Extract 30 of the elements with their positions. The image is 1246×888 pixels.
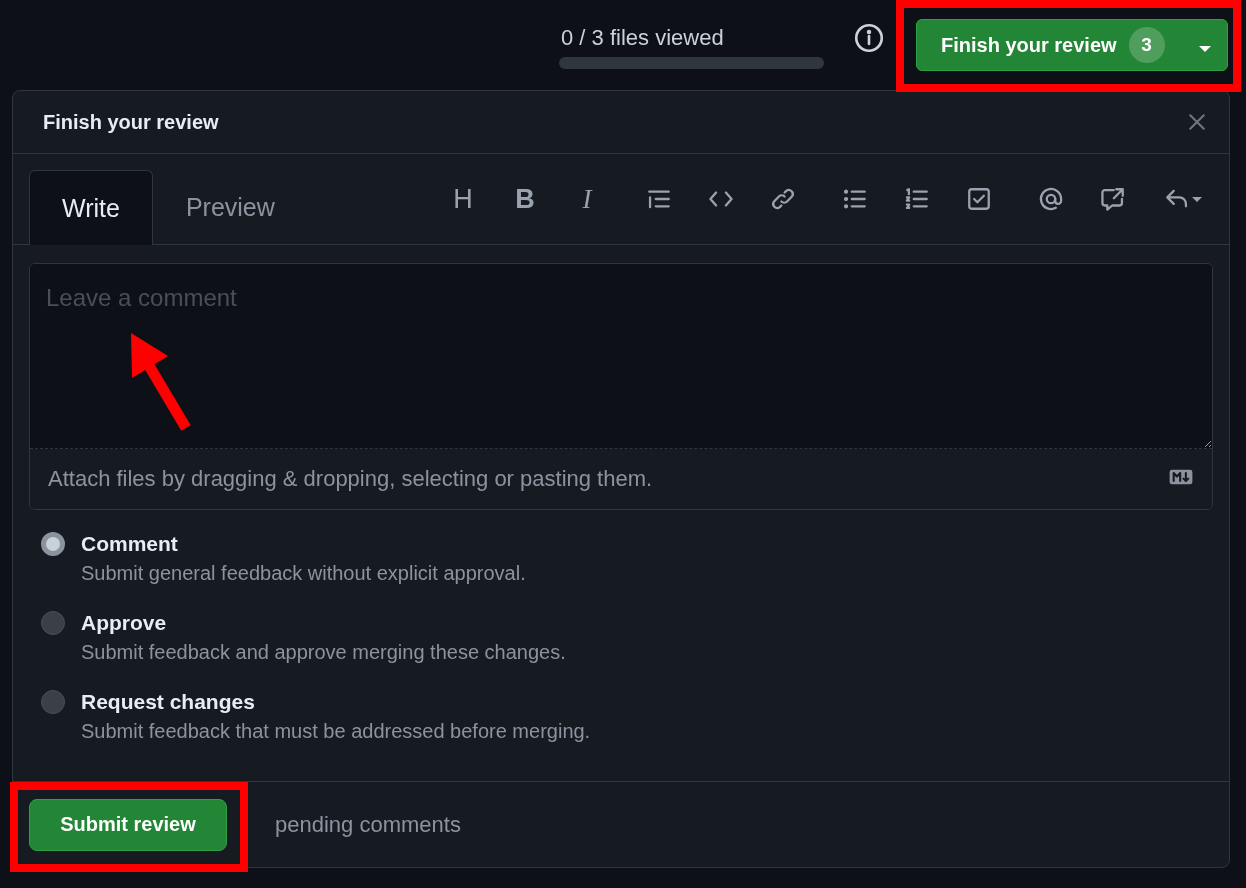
caret-icon	[1199, 45, 1211, 52]
dialog-title: Finish your review	[43, 110, 219, 134]
editor-tab[interactable]: Preview	[152, 170, 308, 244]
checkbox-icon	[966, 186, 992, 212]
files-viewed-label: 0 / 3 files viewed	[560, 25, 725, 51]
numbered-list-icon	[904, 186, 930, 212]
radio-button[interactable]	[41, 690, 65, 714]
option-description: Submit general feedback without explicit approval.	[81, 562, 526, 585]
submit-review-button[interactable]: Submit review	[29, 798, 227, 851]
editor-tab[interactable]: Write	[29, 170, 153, 245]
bold-button[interactable]: B	[503, 177, 547, 221]
pending-comments-label: pending comments	[275, 811, 461, 838]
option-label: Request changes	[81, 690, 255, 714]
pending-count-badge: 3	[1128, 27, 1165, 63]
comment-arrow-icon	[1100, 186, 1126, 212]
italic-button[interactable]: I	[565, 177, 609, 221]
radio-button[interactable]	[41, 532, 65, 556]
radio-button[interactable]	[41, 611, 65, 635]
option-description: Submit feedback that must be addressed before merging.	[81, 720, 591, 743]
at-sign-icon	[1038, 186, 1064, 212]
option-label: Approve	[81, 611, 167, 635]
attach-files-hint: Attach files by dragging & dropping, selecting or pasting them.	[48, 466, 653, 492]
comment-field[interactable]: Leave a comment Attach files by dragging & dropping, selecting or pasting them.	[29, 263, 1213, 510]
finish-review-button[interactable]: Finish your review 3	[916, 19, 1228, 71]
option-label: Comment	[81, 532, 178, 556]
option-description: Submit feedback and approve merging these changes.	[81, 641, 566, 664]
heading-button[interactable]: H	[441, 177, 485, 221]
info-icon	[854, 23, 884, 53]
link-icon	[770, 186, 796, 212]
caret-icon	[1192, 196, 1202, 202]
